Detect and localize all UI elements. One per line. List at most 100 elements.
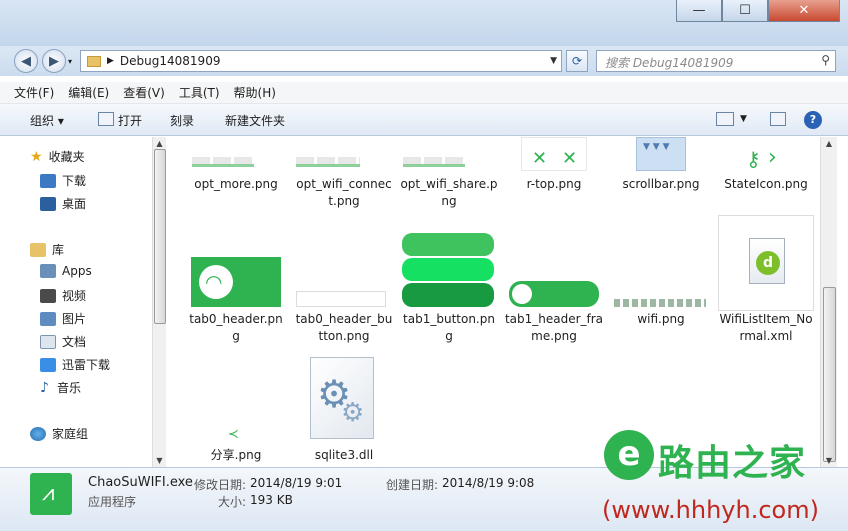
scroll-down-icon[interactable]: ▼ xyxy=(153,456,166,465)
address-dropdown-icon[interactable]: ▼ xyxy=(550,56,557,66)
pictures-icon xyxy=(40,311,56,326)
open-button[interactable]: 打开 xyxy=(118,112,142,129)
music-note-icon: ♪ xyxy=(40,379,49,396)
back-arrow-icon: ◀ xyxy=(21,53,31,69)
state-icon-thumbnail[interactable]: ⚷ › xyxy=(746,145,788,173)
opt-more-thumbnail[interactable] xyxy=(192,157,254,167)
opt-wifi-connect-thumbnail[interactable] xyxy=(296,157,360,167)
r-top-thumbnail[interactable]: ✕ ✕ xyxy=(521,137,587,171)
close-x-icon: ✕ xyxy=(532,148,548,169)
thunder-icon xyxy=(40,357,56,372)
menu-edit[interactable]: 编辑(E) xyxy=(68,84,109,101)
view-dropdown-icon[interactable]: ▼ xyxy=(740,114,747,124)
breadcrumb-arrow-icon[interactable]: ▶ xyxy=(107,56,114,66)
file-name-line2: rmal.xml xyxy=(739,329,793,343)
navigation-pane: ★ 收藏夹 下载 桌面 库 Apps 视频 图片 文档 迅雷下载 ♪ 音乐 家庭… xyxy=(0,137,152,467)
menu-help[interactable]: 帮助(H) xyxy=(234,84,276,101)
nav-label: 图片 xyxy=(62,312,87,326)
dll-file-thumbnail[interactable]: ⚙ ⚙ xyxy=(310,357,374,439)
star-icon: ★ xyxy=(30,148,43,165)
content-scrollbar[interactable]: ▲ ▼ xyxy=(820,137,837,467)
file-name: 分享.png xyxy=(210,448,262,462)
apps-icon xyxy=(40,264,56,278)
file-name: tab1_header_fra xyxy=(504,312,604,326)
command-toolbar: 组织 ▾ 打开 刻录 新建文件夹 ▼ ? xyxy=(0,104,848,136)
file-name: StateIcon.png xyxy=(724,177,808,191)
opt-wifi-share-thumbnail[interactable] xyxy=(403,157,465,167)
wifi-sprite-thumbnail[interactable] xyxy=(614,299,706,307)
open-app-icon xyxy=(98,112,114,126)
file-name: scrollbar.png xyxy=(622,177,700,191)
help-icon[interactable]: ? xyxy=(804,111,822,129)
nav-label: 桌面 xyxy=(62,197,87,211)
nav-videos[interactable]: 视频 xyxy=(40,287,86,304)
scroll-up-icon[interactable]: ▲ xyxy=(153,139,166,148)
tab1-button-thumbnail[interactable] xyxy=(402,233,494,307)
nav-label: Apps xyxy=(62,264,92,278)
refresh-button[interactable]: ⟳ xyxy=(566,50,588,72)
close-button[interactable]: ✕ xyxy=(768,0,840,22)
tab0-header-button-thumbnail[interactable] xyxy=(296,291,386,307)
tab0-header-thumbnail[interactable]: ◠ xyxy=(191,257,281,307)
share-icon[interactable]: ≺ xyxy=(228,427,244,443)
nav-favorites[interactable]: ★ 收藏夹 xyxy=(30,148,85,165)
app-icon: ⩘ xyxy=(30,473,72,515)
modified-value: 2014/8/19 9:01 xyxy=(250,476,343,490)
forward-arrow-icon: ▶ xyxy=(49,53,59,69)
documents-icon xyxy=(40,334,56,349)
nav-pictures[interactable]: 图片 xyxy=(40,310,86,327)
nav-homegroup[interactable]: 家庭组 xyxy=(30,425,88,442)
burn-button[interactable]: 刻录 xyxy=(170,112,194,129)
videos-icon xyxy=(40,288,56,303)
nav-label: 文档 xyxy=(62,335,87,349)
menu-file[interactable]: 文件(F) xyxy=(14,84,54,101)
scroll-thumb[interactable] xyxy=(154,149,166,324)
nav-music[interactable]: ♪ 音乐 xyxy=(40,379,81,396)
created-value: 2014/8/19 9:08 xyxy=(442,476,535,490)
nav-label: 音乐 xyxy=(56,381,81,395)
scrollbar-thumbnail[interactable]: ▼ ▼ ▼ xyxy=(636,137,686,171)
nav-desktop[interactable]: 桌面 xyxy=(40,195,86,212)
nav-label: 下载 xyxy=(62,174,87,188)
file-name: tab0_header.pn xyxy=(189,312,283,326)
watermark: e 路由之家 (www.hhhyh.com) xyxy=(598,430,848,531)
close-x-icon: ✕ xyxy=(562,148,578,169)
file-name: tab0_header_bu xyxy=(295,312,393,326)
wifilistitem-thumbnail[interactable]: d xyxy=(718,215,814,311)
recent-pages-icon[interactable]: ▾ xyxy=(68,57,72,66)
back-button[interactable]: ◀ xyxy=(14,49,38,73)
nav-downloads[interactable]: 下载 xyxy=(40,172,86,189)
maximize-button[interactable]: ☐ xyxy=(722,0,768,22)
search-icon[interactable]: ⚲ xyxy=(821,53,830,67)
file-name: r-top.png xyxy=(526,177,582,191)
nav-libraries[interactable]: 库 xyxy=(30,241,64,258)
menu-view[interactable]: 查看(V) xyxy=(123,84,165,101)
tab1-header-frame-thumbnail[interactable] xyxy=(509,281,599,307)
nav-apps[interactable]: Apps xyxy=(40,264,92,278)
desktop-icon xyxy=(40,196,56,211)
title-bar: — ☐ ✕ xyxy=(0,0,848,46)
forward-button[interactable]: ▶ xyxy=(42,49,66,73)
minimize-button[interactable]: — xyxy=(676,0,722,22)
file-name: sqlite3.dll xyxy=(314,448,374,462)
antenna-icon: ⩘ xyxy=(42,481,55,506)
folder-icon xyxy=(87,55,101,67)
search-placeholder: 搜索 Debug14081909 xyxy=(605,56,734,70)
search-input[interactable]: 搜索 Debug14081909 ⚲ xyxy=(596,50,836,72)
menu-tools[interactable]: 工具(T) xyxy=(179,84,220,101)
preview-pane-icon[interactable] xyxy=(770,112,786,126)
nav-thunder[interactable]: 迅雷下载 xyxy=(40,356,110,373)
view-options-icon[interactable] xyxy=(716,112,734,126)
size-value: 193 KB xyxy=(250,493,293,507)
new-folder-button[interactable]: 新建文件夹 xyxy=(225,112,285,129)
nav-scrollbar[interactable]: ▲ ▼ xyxy=(152,137,166,467)
address-bar[interactable]: ▶ Debug14081909 ▼ xyxy=(80,50,562,72)
file-name-line2: me.png xyxy=(531,329,577,343)
scroll-up-icon[interactable]: ▲ xyxy=(821,139,837,148)
watermark-brand: 路由之家 xyxy=(658,443,807,484)
nav-documents[interactable]: 文档 xyxy=(40,333,86,350)
navigation-row: ◀ ▶ ▾ ▶ Debug14081909 ▼ ⟳ 搜索 Debug140819… xyxy=(0,46,848,76)
selected-filetype: 应用程序 xyxy=(88,495,137,509)
organize-button[interactable]: 组织 ▾ xyxy=(30,112,64,129)
size-label: 大小: xyxy=(218,495,247,509)
